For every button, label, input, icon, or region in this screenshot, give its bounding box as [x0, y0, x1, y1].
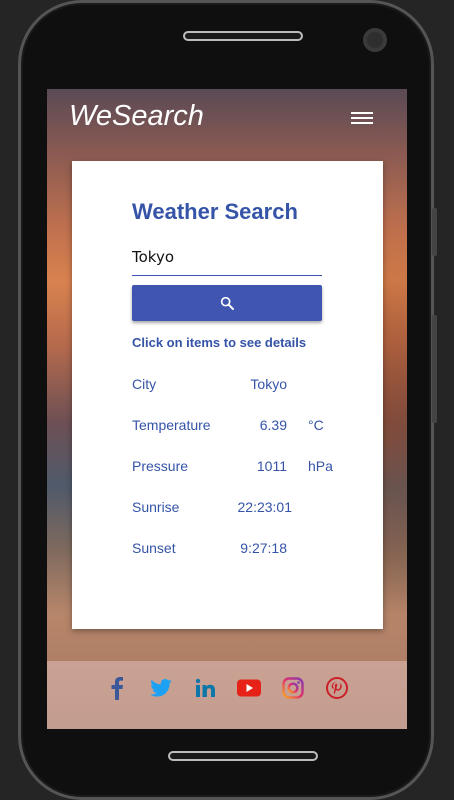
result-row-city[interactable]: City Tokyo — [132, 376, 362, 417]
app-header: WeSearch — [47, 89, 407, 145]
front-camera — [363, 28, 387, 52]
search-button[interactable] — [132, 285, 322, 321]
pinterest-icon[interactable] — [324, 675, 350, 701]
result-value: Tokyo — [250, 376, 287, 392]
result-row-sunrise[interactable]: Sunrise 22:23:01 — [132, 499, 362, 540]
top-speaker — [183, 31, 303, 41]
social-footer — [47, 661, 407, 729]
result-value: 22:23:01 — [237, 499, 293, 515]
result-label: Sunset — [132, 540, 176, 556]
bottom-speaker — [168, 751, 318, 761]
power-button — [432, 315, 437, 423]
result-row-sunset[interactable]: Sunset 9:27:18 — [132, 540, 362, 581]
instagram-icon[interactable] — [280, 675, 306, 701]
result-label: Sunrise — [132, 499, 180, 515]
result-row-pressure[interactable]: Pressure 1011 hPa — [132, 458, 362, 499]
result-value: 6.39 — [259, 417, 287, 433]
result-unit: °C — [308, 417, 324, 433]
twitter-icon[interactable] — [148, 675, 174, 701]
result-label: City — [132, 376, 157, 392]
card-title: Weather Search — [132, 199, 298, 224]
hamburger-menu-icon[interactable] — [351, 109, 373, 125]
volume-button — [432, 208, 437, 256]
result-label: Temperature — [132, 417, 211, 433]
linkedin-icon[interactable] — [192, 675, 218, 701]
app-screen: WeSearch Weather Search Click on items t… — [47, 89, 407, 729]
youtube-icon[interactable] — [236, 675, 262, 701]
search-card: Weather Search Click on items to see det… — [72, 161, 383, 629]
result-row-temperature[interactable]: Temperature 6.39 °C — [132, 417, 362, 458]
result-label: Pressure — [132, 458, 189, 474]
results-list: City Tokyo Temperature 6.39 °C Pressure … — [132, 376, 362, 581]
result-value: 9:27:18 — [240, 540, 287, 556]
search-icon — [220, 296, 234, 310]
city-search-input[interactable] — [132, 239, 322, 276]
result-value: 1011 — [256, 458, 287, 474]
facebook-icon[interactable] — [104, 675, 130, 701]
result-unit: hPa — [308, 458, 333, 474]
details-hint: Click on items to see details — [132, 335, 307, 350]
brand-title: WeSearch — [69, 100, 204, 132]
